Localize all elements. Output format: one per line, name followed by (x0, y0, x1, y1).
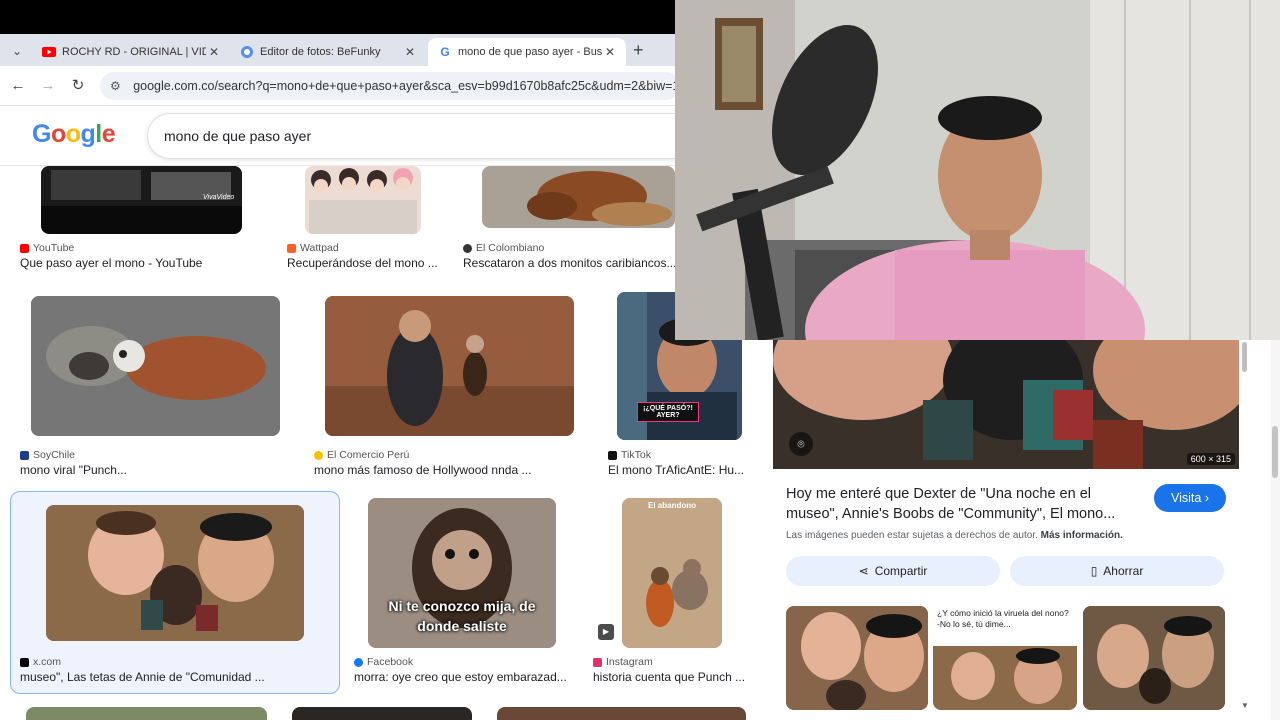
result-thumbnail[interactable] (292, 707, 472, 720)
facebook-icon (354, 657, 363, 667)
result-thumbnail[interactable] (482, 166, 675, 228)
svg-text:VivaVideo: VivaVideo (203, 194, 234, 201)
result-source: Facebook (354, 656, 413, 668)
related-image[interactable]: ¿Y cómo inició la viruela del nono? -No … (933, 606, 1077, 710)
result-source: TikTok (608, 449, 651, 461)
result-source: El Colombiano (463, 242, 544, 254)
search-query: mono de que paso ayer (164, 128, 312, 144)
result-source: SoyChile (20, 449, 75, 461)
result-source: Instagram (593, 656, 653, 668)
result-title[interactable]: historia cuenta que Punch ... (593, 670, 753, 684)
image-preview-panel: ⌾ 600 × 315 Hoy me enteré que Dexter de … (773, 340, 1253, 720)
panel-scroll-thumb[interactable] (1242, 342, 1247, 372)
copyright-notice: Las imágenes pueden estar sujetas a dere… (786, 530, 1123, 541)
related-image[interactable] (1083, 606, 1225, 710)
result-source: x.com (20, 656, 61, 668)
image-results-grid: VivaVideo YouTube Que paso ayer el mono … (0, 166, 773, 720)
tab-title: Editor de fotos: BeFunky (260, 46, 381, 58)
result-source: El Comercio Perú (314, 449, 409, 461)
share-icon: ⋖ (858, 564, 869, 578)
result-thumbnail[interactable]: VivaVideo (41, 166, 242, 234)
result-title[interactable]: mono más famoso de Hollywood nnda ... (314, 463, 574, 477)
result-title[interactable]: El mono TrAficAntE: Hu... (608, 463, 748, 477)
result-thumbnail[interactable]: El abandono (622, 498, 722, 648)
tab-youtube[interactable]: ROCHY RD - ORIGINAL | VIDEO ✕ (32, 38, 230, 66)
tiktok-overlay-text: ¡¿QUÉ PASÓ?! AYER? (637, 402, 699, 422)
tiktok-icon (608, 450, 617, 460)
url-text: google.com.co/search?q=mono+de+que+paso+… (133, 79, 680, 93)
befunky-icon (240, 45, 254, 59)
close-tab-icon[interactable]: ✕ (402, 45, 418, 59)
google-lens-icon[interactable]: ⌾ (789, 432, 813, 456)
site-info-icon[interactable]: ⚙ (110, 79, 125, 93)
close-tab-icon[interactable]: ✕ (602, 45, 618, 59)
result-title[interactable]: mono viral "Punch... (20, 463, 280, 477)
el-colombiano-icon (463, 243, 472, 253)
webcam-overlay (675, 0, 1280, 340)
meme-caption-line-2: donde saliste (417, 618, 507, 634)
result-source: YouTube (20, 242, 74, 254)
result-title[interactable]: morra: oye creo que estoy embarazad... (354, 670, 574, 684)
result-thumbnail[interactable] (325, 296, 574, 436)
result-thumbnail[interactable] (497, 707, 746, 720)
share-button[interactable]: ⋖ Compartir (786, 556, 1000, 586)
url-bar[interactable]: ⚙ google.com.co/search?q=mono+de+que+pas… (100, 72, 680, 100)
tab-befunky[interactable]: Editor de fotos: BeFunky ✕ (230, 38, 426, 66)
result-thumbnail[interactable] (26, 707, 267, 720)
play-icon: ▶ (598, 624, 614, 640)
result-thumbnail[interactable]: Ni te conozco mija, de donde saliste (368, 498, 556, 648)
soychile-icon (20, 450, 29, 460)
scroll-down-icon[interactable]: ▼ (1241, 701, 1249, 710)
screen: ⌄ ROCHY RD - ORIGINAL | VIDEO ✕ Editor d… (0, 0, 1280, 720)
visit-button[interactable]: Visita › (1154, 484, 1226, 512)
bookmark-icon: ▯ (1090, 564, 1098, 578)
result-title[interactable]: Recuperándose del mono ... (287, 256, 445, 270)
related-image[interactable] (786, 606, 928, 710)
top-black-bar (0, 0, 675, 34)
result-title[interactable]: museo", Las tetas de Annie de "Comunidad… (20, 670, 330, 684)
result-thumbnail[interactable] (46, 505, 304, 641)
tab-title: mono de que paso ayer - Buscar (458, 46, 602, 58)
x-icon (20, 657, 29, 667)
result-thumbnail[interactable] (305, 166, 421, 234)
search-input[interactable]: mono de que paso ayer (147, 113, 707, 159)
google-logo[interactable]: Google (32, 120, 116, 149)
result-title[interactable]: Que paso ayer el mono - YouTube (20, 256, 260, 270)
google-header: Google mono de que paso ayer (0, 106, 707, 166)
page-scrollbar[interactable] (1271, 340, 1280, 720)
address-toolbar: ← → ↻ ⚙ google.com.co/search?q=mono+de+q… (0, 66, 680, 106)
save-button[interactable]: ▯ Ahorrar (1010, 556, 1224, 586)
tab-search-chevron-icon[interactable]: ⌄ (8, 42, 26, 60)
tab-title: ROCHY RD - ORIGINAL | VIDEO (62, 46, 206, 58)
meme-caption-line-1: Ni te conozco mija, de (388, 598, 536, 614)
close-tab-icon[interactable]: ✕ (206, 45, 222, 59)
result-title[interactable]: Rescataron a dos monitos caribiancos... (463, 256, 675, 270)
more-info-link[interactable]: Más información. (1041, 530, 1123, 541)
back-arrow-icon[interactable]: ← (8, 76, 28, 96)
result-thumbnail[interactable] (31, 296, 280, 436)
browser-tab-strip: ⌄ ROCHY RD - ORIGINAL | VIDEO ✕ Editor d… (0, 34, 675, 66)
tab-google-search[interactable]: G mono de que paso ayer - Buscar ✕ (428, 38, 626, 66)
abandono-overlay-text: El abandono (648, 501, 696, 510)
instagram-icon (593, 657, 602, 667)
reload-icon[interactable]: ↻ (68, 76, 88, 96)
youtube-icon (42, 45, 56, 59)
el-comercio-icon (314, 450, 323, 460)
page-scroll-thumb[interactable] (1272, 426, 1278, 478)
forward-arrow-icon[interactable]: → (38, 76, 58, 96)
preview-title[interactable]: Hoy me enteré que Dexter de "Una noche e… (786, 484, 1141, 524)
image-dimensions: 600 × 315 (1186, 453, 1235, 465)
result-source: Wattpad (287, 242, 339, 254)
youtube-icon (20, 243, 29, 253)
panel-scrollbar[interactable]: ▼ (1241, 340, 1249, 710)
preview-image[interactable]: ⌾ 600 × 315 (773, 340, 1239, 469)
wattpad-icon (287, 243, 296, 253)
new-tab-plus-icon[interactable]: + (633, 40, 644, 61)
google-g-icon: G (440, 45, 450, 59)
